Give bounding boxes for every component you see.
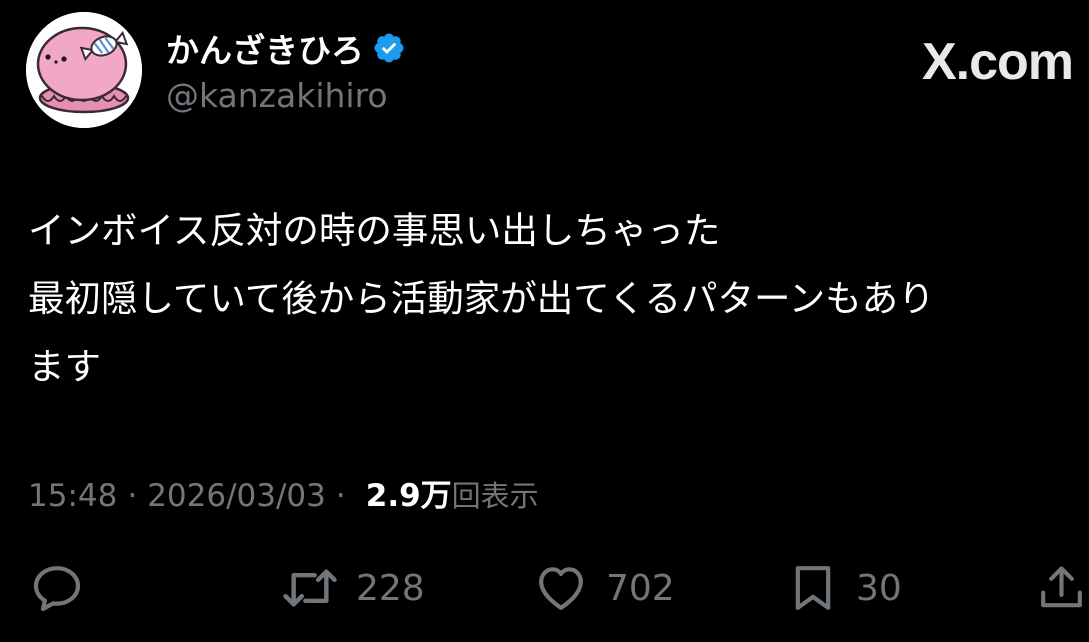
retweet-button[interactable]: 228 [278,560,425,616]
bookmark-button[interactable]: 30 [784,560,902,616]
brand-logo: X.com [921,33,1074,91]
like-button[interactable]: 702 [530,560,675,616]
display-name[interactable]: かんざきひろ [166,24,364,72]
share-icon [1041,566,1082,608]
reply-icon [33,566,81,612]
handle[interactable]: @kanzakihiro [166,76,388,115]
tweet-meta: 15:48 · 2026/03/03 · 2.9万 回表示 [28,470,539,515]
reply-button[interactable] [28,560,86,616]
avatar[interactable] [26,12,142,128]
tweet-line: ます [28,345,101,388]
tweet-date[interactable]: 2026/03/03 [147,478,326,514]
views-label: 回表示 [451,479,539,513]
retweet-icon [283,569,337,607]
tweet-line: インボイス反対の時の事思い出しちゃった [28,209,721,252]
meta-separator: · [127,478,138,514]
views-count[interactable]: 2.9万 [366,470,452,515]
heart-icon [539,567,583,610]
avatar-image [26,12,142,128]
bookmark-icon [795,566,831,610]
tweet-text: インボイス反対の時の事思い出しちゃった 最初隠していて後から活動家が出てくるパタ… [28,197,1078,401]
tweet-time[interactable]: 15:48 [28,478,117,514]
verified-badge-icon[interactable] [372,31,406,65]
like-count: 702 [606,567,675,609]
bookmark-count: 30 [856,567,902,609]
display-name-row[interactable]: かんざきひろ [166,24,406,72]
retweet-count: 228 [356,567,425,609]
tweet-line: 最初隠していて後から活動家が出てくるパターンもあり [28,277,935,320]
share-button[interactable] [1034,560,1089,616]
meta-separator: · [335,478,346,514]
